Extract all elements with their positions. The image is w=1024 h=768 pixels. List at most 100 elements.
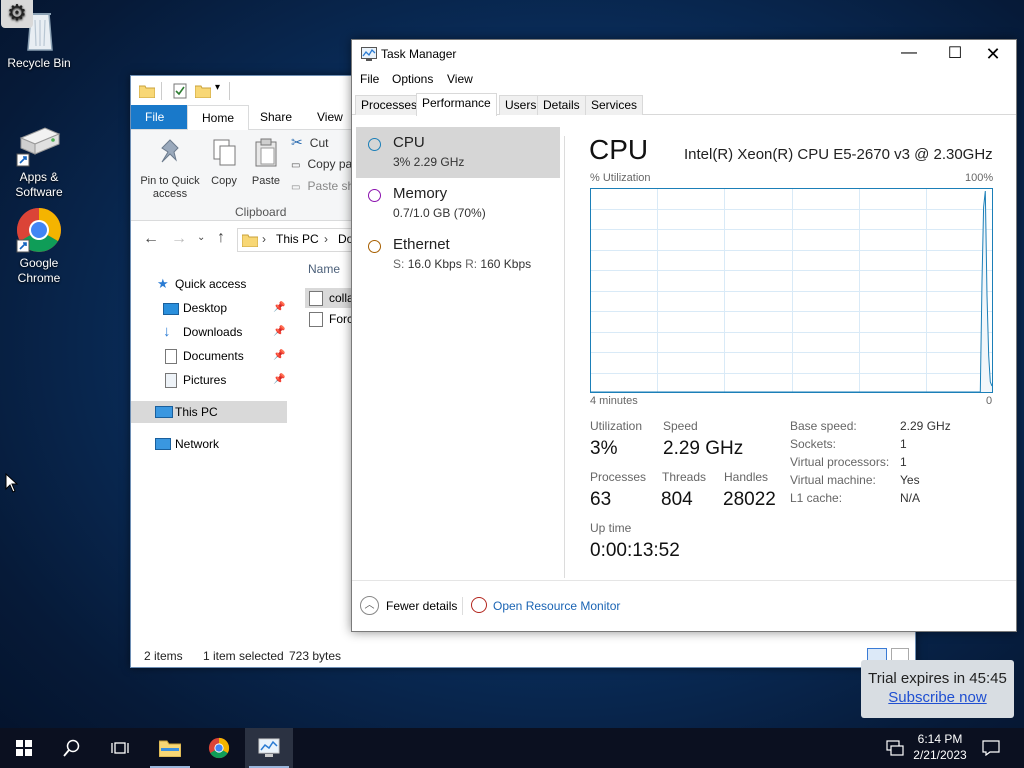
utilization-axis-max: 100%: [965, 172, 994, 184]
spec-value: 2.29 GHz: [900, 419, 951, 433]
cpu-indicator-icon: [368, 138, 381, 151]
utilization-label: Utilization: [590, 419, 643, 433]
star-icon: ★: [157, 276, 169, 291]
copy-icon: [213, 139, 236, 166]
spec-key: Base speed:: [790, 419, 857, 433]
speed-value: 2.29 GHz: [663, 438, 744, 459]
action-center-button[interactable]: [968, 728, 1014, 768]
sidebar-item-cpu[interactable]: CPU 3% 2.29 GHz: [356, 127, 560, 178]
tab-processes[interactable]: Processes: [355, 95, 424, 115]
paste-button[interactable]: Paste: [247, 138, 285, 188]
tab-view[interactable]: View: [303, 105, 357, 129]
file-row[interactable]: colla: [305, 288, 355, 308]
folder-icon: [159, 740, 181, 757]
forward-arrow-icon[interactable]: →: [171, 230, 187, 248]
cpu-model: Intel(R) Xeon(R) CPU E5-2670 v3 @ 2.30GH…: [684, 146, 993, 163]
pin-to-quick-access-button[interactable]: Pin to Quick access: [137, 138, 203, 201]
tab-home[interactable]: Home: [187, 105, 250, 131]
tab-share[interactable]: Share: [246, 105, 306, 129]
recent-locations-icon[interactable]: ⌄: [197, 232, 205, 243]
task-manager-window: Task Manager — ☐ ✕ File Options View Pro…: [351, 39, 1017, 632]
nav-desktop[interactable]: Desktop 📌: [131, 297, 287, 319]
network-icon: [886, 740, 904, 756]
paste-shortcut-button[interactable]: ▭ Paste sh: [291, 180, 354, 194]
status-selection: 1 item selected: [203, 649, 284, 663]
back-arrow-icon[interactable]: ←: [143, 230, 159, 248]
nav-downloads[interactable]: ↓ Downloads 📌: [131, 321, 287, 343]
clipboard-group-label: Clipboard: [235, 205, 287, 219]
taskbar-chrome[interactable]: [195, 728, 243, 768]
customize-toolbar-icon[interactable]: ▾: [215, 82, 220, 93]
address-bar[interactable]: › This PC › Do: [237, 228, 359, 252]
subscribe-link[interactable]: Subscribe now: [861, 689, 1014, 706]
utilization-axis-label: % Utilization: [590, 172, 651, 184]
new-folder-icon[interactable]: [195, 84, 211, 98]
google-chrome-desktop-icon[interactable]: Google Chrome: [0, 206, 78, 286]
title-bar: Task Manager — ☐ ✕: [352, 40, 1016, 70]
search-icon: [63, 739, 80, 757]
clock[interactable]: 6:14 PM 2/21/2023: [908, 731, 972, 763]
copy-path-button[interactable]: ▭ Copy pa: [291, 158, 352, 172]
up-arrow-icon[interactable]: ↑: [217, 229, 225, 247]
tab-users[interactable]: Users: [499, 95, 543, 115]
menu-view[interactable]: View: [447, 72, 473, 86]
cut-button[interactable]: ✂ Cut: [291, 134, 328, 151]
task-manager-icon: [258, 738, 280, 757]
paste-icon: [255, 138, 277, 167]
desktop-icon: [163, 303, 179, 315]
nav-quick-access[interactable]: ★ Quick access: [131, 273, 287, 295]
mouse-cursor-icon: [5, 473, 19, 493]
menu-file[interactable]: File: [360, 72, 379, 86]
breadcrumb-this-pc[interactable]: This PC: [276, 232, 319, 246]
minimize-button[interactable]: —: [886, 40, 932, 70]
sidebar-item-ethernet[interactable]: Ethernet S: 16.0 Kbps R: 160 Kbps: [356, 229, 560, 280]
taskbar: 6:14 PM 2/21/2023: [0, 728, 1024, 768]
handles-value: 28022: [723, 489, 776, 510]
nav-this-pc[interactable]: This PC: [131, 401, 287, 423]
search-button[interactable]: [48, 728, 96, 768]
pin-icon[interactable]: 📌: [273, 345, 285, 367]
documents-icon: [165, 349, 177, 364]
copy-button[interactable]: Copy: [205, 138, 243, 188]
properties-icon[interactable]: [173, 83, 187, 99]
cpu-utilization-graph: [590, 188, 993, 393]
uptime-value: 0:00:13:52: [590, 540, 680, 561]
network-icon: [155, 438, 171, 450]
spec-key: Sockets:: [790, 437, 837, 451]
tab-details[interactable]: Details: [537, 95, 586, 115]
start-button[interactable]: [0, 728, 48, 768]
processes-value: 63: [590, 489, 612, 510]
tab-services[interactable]: Services: [585, 95, 644, 115]
taskbar-task-manager[interactable]: [245, 728, 293, 768]
sidebar-item-memory[interactable]: Memory 0.7/1.0 GB (70%): [356, 178, 560, 229]
tab-file[interactable]: File: [131, 105, 187, 129]
pictures-icon: [165, 373, 177, 388]
spec-value: 1: [900, 455, 907, 469]
window-title: Task Manager: [381, 47, 457, 61]
nav-pictures[interactable]: Pictures 📌: [131, 369, 287, 391]
taskbar-file-explorer[interactable]: [146, 728, 194, 768]
close-button[interactable]: ✕: [970, 40, 1016, 70]
folder-icon[interactable]: [139, 84, 155, 98]
pin-icon[interactable]: 📌: [273, 297, 285, 319]
tab-performance[interactable]: Performance: [416, 93, 497, 116]
handles-label: Handles: [724, 470, 769, 484]
apps-software-desktop-icon[interactable]: Apps & Software: [0, 120, 78, 200]
menu-options[interactable]: Options: [392, 72, 433, 86]
scissors-icon: ✂: [291, 134, 303, 150]
spec-key: Virtual processors:: [790, 455, 890, 469]
task-view-button[interactable]: [96, 728, 144, 768]
file-row[interactable]: Forc: [305, 309, 355, 329]
processes-label: Processes: [590, 470, 647, 484]
spec-key: L1 cache:: [790, 491, 843, 505]
recycle-bin-desktop-icon[interactable]: ⚙ Recycle Bin: [0, 0, 78, 71]
quick-access-toolbar: ▾: [139, 82, 239, 102]
clock-date: 2/21/2023: [913, 748, 967, 762]
nav-network[interactable]: Network: [131, 433, 287, 455]
pin-icon[interactable]: 📌: [273, 369, 285, 391]
chevron-up-icon: ︿: [360, 596, 379, 615]
nav-documents[interactable]: Documents 📌: [131, 345, 287, 367]
pin-icon[interactable]: 📌: [273, 321, 285, 343]
graph-time-zero: 0: [986, 395, 993, 407]
column-header-name[interactable]: Name: [308, 262, 340, 276]
